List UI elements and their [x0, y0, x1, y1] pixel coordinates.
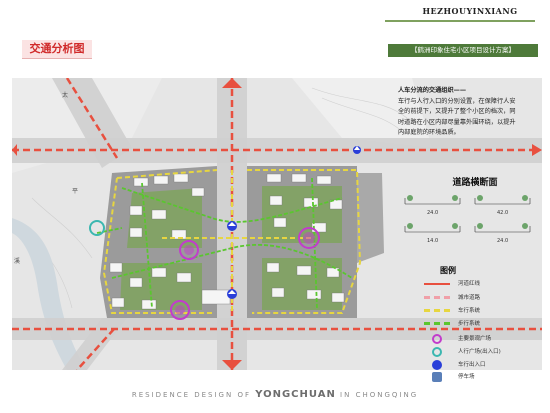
legend-label: 停车场 [458, 374, 475, 380]
section-label-2: 14.0 [427, 238, 438, 244]
legend-label: 城市道路 [458, 295, 481, 301]
legend-label: 车行系统 [458, 308, 481, 314]
description-line: 全的前提下，又提升了整个小区的档次，同 [398, 108, 516, 115]
description-line: 车行与人行入口的分别设置，在保障行人安 [398, 97, 516, 105]
traffic-description: 人车分流的交通组织—— 车行与人行入口的分别设置，在保障行人安 全的前提下，又提… [398, 86, 548, 139]
section-label-3: 24.0 [497, 238, 508, 244]
footer-middle: YONGCHUAN [255, 389, 336, 400]
footer: RESIDENCE DESIGN OF YONGCHUAN IN CHONGQI… [0, 385, 550, 405]
red-line-icon [424, 283, 450, 285]
map-label-tai: 太 [62, 92, 69, 99]
green-dashed-icon [424, 322, 450, 325]
description-line: 时道路在小区内部尽量靠外围环绕，以提升 [398, 118, 516, 126]
section-label-1: 42.0 [497, 210, 508, 216]
footer-right: IN CHONGQING [340, 391, 419, 399]
road-section-title: 道路横断面 [452, 178, 498, 188]
footer-left: RESIDENCE DESIGN OF [131, 391, 251, 399]
legend-item-pedestrian-plaza: 人行广场(出入口) [424, 346, 544, 358]
legend-label: 人行广场(出入口) [458, 349, 501, 355]
legend-item-vehicle: 车行系统 [424, 305, 544, 317]
legend-item-pedestrian: 步行系统 [424, 318, 544, 330]
legend-label: 车行出入口 [458, 362, 486, 368]
pink-dashed-icon [424, 296, 450, 299]
legend-item-parking: 停车场 [424, 371, 544, 383]
map-label-ping: 平 [72, 188, 79, 195]
description-line: 内部庭院的环境品质。 [398, 129, 460, 136]
legend-label: 河道红线 [458, 281, 481, 287]
legend-item-landscape-plaza: 主要景观广场 [424, 333, 544, 345]
legend-label: 步行系统 [458, 321, 481, 327]
yellow-dashed-icon [424, 309, 450, 312]
brand-subtitle: 【鹤洲印象住宅小区项目设计方案】 [388, 44, 538, 57]
legend-item-vehicle-entrance: 车行出入口 [424, 359, 544, 371]
legend-title: 图例 [440, 266, 456, 275]
legend-item-river-line: 河道红线 [424, 278, 544, 290]
legend-label: 主要景观广场 [458, 336, 492, 342]
description-heading: 人车分流的交通组织—— [398, 87, 467, 94]
page-title: 交通分析图 [22, 40, 92, 59]
blue-arrows-icon [432, 360, 442, 370]
magenta-plaza-icon [432, 334, 442, 344]
teal-circle-icon [432, 347, 442, 357]
road-section-diagrams: 24.0 42.0 14.0 24.0 [404, 195, 531, 244]
map-label-xi: 溪 [14, 258, 21, 265]
brand-title: HEZHOUYINXIANG [422, 6, 518, 16]
parking-icon [432, 372, 442, 382]
header-divider [385, 20, 535, 22]
legend-item-city-road: 城市道路 [424, 292, 544, 304]
section-label-0: 24.0 [427, 210, 438, 216]
